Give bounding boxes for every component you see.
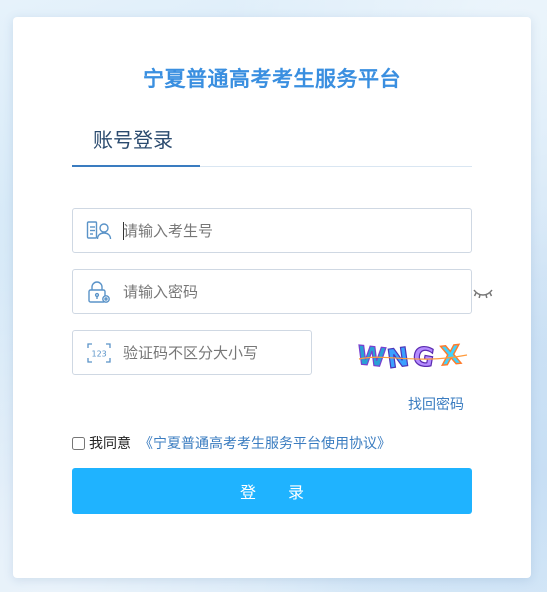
forgot-password-link[interactable]: 找回密码 [408, 394, 464, 414]
tab-account-login[interactable]: 账号登录 [72, 115, 200, 167]
captcha-field[interactable]: 123 [72, 330, 312, 375]
agree-checkbox[interactable] [72, 436, 85, 450]
platform-title: 宁夏普通高考考生服务平台 [143, 67, 401, 91]
user-id-icon [86, 219, 112, 243]
password-field[interactable] [72, 269, 472, 314]
captcha-code-icon: 123 [86, 341, 112, 365]
agree-label: 我同意 [89, 436, 131, 452]
login-card: 宁夏普通高考考生服务平台 账号登录 请输入考生号 123 验证码不区分大小写 W… [13, 17, 531, 578]
svg-text:G: G [410, 341, 436, 374]
agreement-row: 我同意 《宁夏普通高考考生服务平台使用协议》 [72, 433, 391, 453]
lock-icon [86, 280, 112, 304]
eye-closed-icon[interactable] [472, 285, 494, 299]
login-tabs: 账号登录 [72, 115, 472, 167]
agreement-link[interactable]: 《宁夏普通高考考生服务平台使用协议》 [139, 433, 391, 453]
captcha-input[interactable] [123, 331, 301, 374]
username-input[interactable] [123, 209, 461, 252]
username-field[interactable] [72, 208, 472, 253]
captcha-image[interactable]: W N G X [355, 335, 471, 375]
tab-account-login-label: 账号登录 [93, 128, 173, 152]
svg-text:123: 123 [92, 350, 107, 359]
password-input[interactable] [123, 270, 461, 313]
login-button[interactable]: 登录 [72, 468, 472, 514]
